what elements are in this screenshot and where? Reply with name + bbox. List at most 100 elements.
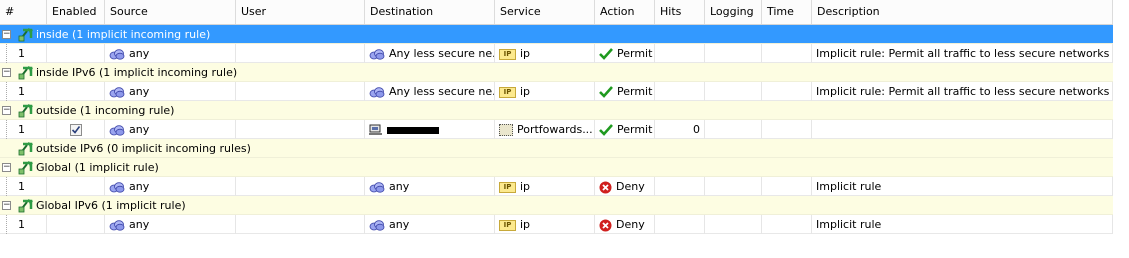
service-value: ip [520, 47, 531, 60]
num-cell: 1 [0, 44, 47, 63]
group-label: inside (1 implicit incoming rule) [36, 28, 211, 41]
action-value: Deny [616, 180, 645, 193]
description-value: Implicit rule: Permit all traffic to les… [816, 85, 1110, 98]
enabled-cell[interactable] [47, 82, 105, 101]
destination-cell: Any less secure ne... [365, 82, 495, 101]
redacted-destination [387, 126, 439, 134]
network-cloud-icon [109, 181, 125, 193]
column-header-logging[interactable]: Logging [705, 0, 762, 24]
host-computer-icon [369, 124, 383, 136]
action-cell: Permit [595, 120, 655, 139]
action-value: Permit [617, 47, 653, 60]
network-cloud-icon [369, 181, 385, 193]
enabled-checkbox[interactable] [69, 124, 82, 136]
column-header-hits[interactable]: Hits [655, 0, 705, 24]
expand-toggle-icon[interactable]: − [2, 30, 11, 39]
expand-toggle-icon[interactable]: − [2, 201, 11, 210]
destination-value: Any less secure ne... [389, 47, 495, 60]
column-header-enabled[interactable]: Enabled [47, 0, 105, 24]
user-cell [236, 44, 365, 63]
description-value: Implicit rule: Permit all traffic to les… [816, 47, 1110, 60]
ip-protocol-icon: IP [499, 181, 516, 193]
description-cell: Implicit rule: Permit all traffic to les… [812, 44, 1113, 63]
rule-group-row[interactable]: − Global IPv6 (1 implicit rule) [0, 196, 1113, 215]
user-cell [236, 177, 365, 196]
rule-number: 1 [18, 123, 25, 136]
num-cell: 1 [0, 215, 47, 234]
group-label: Global (1 implicit rule) [36, 161, 159, 174]
network-cloud-icon [109, 219, 125, 231]
action-cell: Deny [595, 177, 655, 196]
time-cell [762, 215, 812, 234]
table-row[interactable]: 1 any Any less secure ne... IP ip Permit Impli… [0, 44, 1113, 63]
table-row[interactable]: 1 any any IP ip Deny Implicit rule [0, 177, 1113, 196]
user-cell [236, 82, 365, 101]
column-header-time[interactable]: Time [762, 0, 812, 24]
interface-icon [18, 103, 34, 118]
description-cell [812, 120, 1113, 139]
logging-cell [705, 215, 762, 234]
rule-group-row[interactable]: − outside (1 incoming rule) [0, 101, 1113, 120]
access-rules-table: # Enabled Source User Destination Service Acti… [0, 0, 1113, 234]
rule-group-row[interactable]: − inside (1 implicit incoming rule) [0, 25, 1113, 44]
rule-number: 1 [18, 218, 25, 231]
action-value: Deny [616, 218, 645, 231]
enabled-cell[interactable] [47, 215, 105, 234]
description-value: Implicit rule [816, 218, 882, 231]
hits-cell [655, 215, 705, 234]
network-cloud-icon [369, 86, 385, 98]
deny-x-icon [599, 181, 612, 194]
expand-toggle-icon[interactable]: − [2, 106, 11, 115]
source-cell: any [105, 215, 236, 234]
description-cell: Implicit rule: Permit all traffic to les… [812, 82, 1113, 101]
enabled-cell[interactable] [47, 177, 105, 196]
time-cell [762, 44, 812, 63]
table-row[interactable]: 1 any Portfowards... Permit 0 [0, 120, 1113, 139]
time-cell [762, 120, 812, 139]
expand-toggle-icon[interactable]: − [2, 163, 11, 172]
service-cell: IP ip [495, 215, 595, 234]
source-value: any [129, 123, 150, 136]
column-header-service[interactable]: Service [495, 0, 595, 24]
interface-icon [18, 27, 34, 42]
source-cell: any [105, 44, 236, 63]
interface-icon [18, 160, 34, 175]
network-cloud-icon [369, 48, 385, 60]
description-cell: Implicit rule [812, 177, 1113, 196]
ip-protocol-icon: IP [499, 48, 516, 60]
column-header-user[interactable]: User [236, 0, 365, 24]
expand-toggle-icon[interactable]: − [2, 68, 11, 77]
action-value: Permit [617, 123, 653, 136]
rule-number: 1 [18, 180, 25, 193]
action-cell: Permit [595, 44, 655, 63]
destination-cell [365, 120, 495, 139]
user-cell [236, 120, 365, 139]
service-cell: IP ip [495, 82, 595, 101]
column-header-num[interactable]: # [0, 0, 47, 24]
time-cell [762, 177, 812, 196]
service-cell: IP ip [495, 44, 595, 63]
table-row[interactable]: 1 any any IP ip Deny Implicit rule [0, 215, 1113, 234]
column-header-source[interactable]: Source [105, 0, 236, 24]
logging-cell [705, 177, 762, 196]
column-header-description[interactable]: Description [812, 0, 1113, 24]
permit-check-icon [599, 48, 613, 60]
interface-icon [18, 141, 34, 156]
permit-check-icon [599, 124, 613, 136]
enabled-cell[interactable] [47, 120, 105, 139]
column-header-destination[interactable]: Destination [365, 0, 495, 24]
table-row[interactable]: 1 any Any less secure ne... IP ip Permit Impli… [0, 82, 1113, 101]
interface-icon [18, 198, 34, 213]
group-label: inside IPv6 (1 implicit incoming rule) [36, 66, 238, 79]
description-value: Implicit rule [816, 180, 882, 193]
source-value: any [129, 218, 150, 231]
action-cell: Deny [595, 215, 655, 234]
column-header-action[interactable]: Action [595, 0, 655, 24]
enabled-cell[interactable] [47, 44, 105, 63]
rule-group-row[interactable]: outside IPv6 (0 implicit incoming rules) [0, 139, 1113, 158]
rule-group-row[interactable]: − inside IPv6 (1 implicit incoming rule) [0, 63, 1113, 82]
rule-group-row[interactable]: − Global (1 implicit rule) [0, 158, 1113, 177]
destination-cell: any [365, 215, 495, 234]
ip-protocol-icon: IP [499, 219, 516, 231]
destination-cell: any [365, 177, 495, 196]
